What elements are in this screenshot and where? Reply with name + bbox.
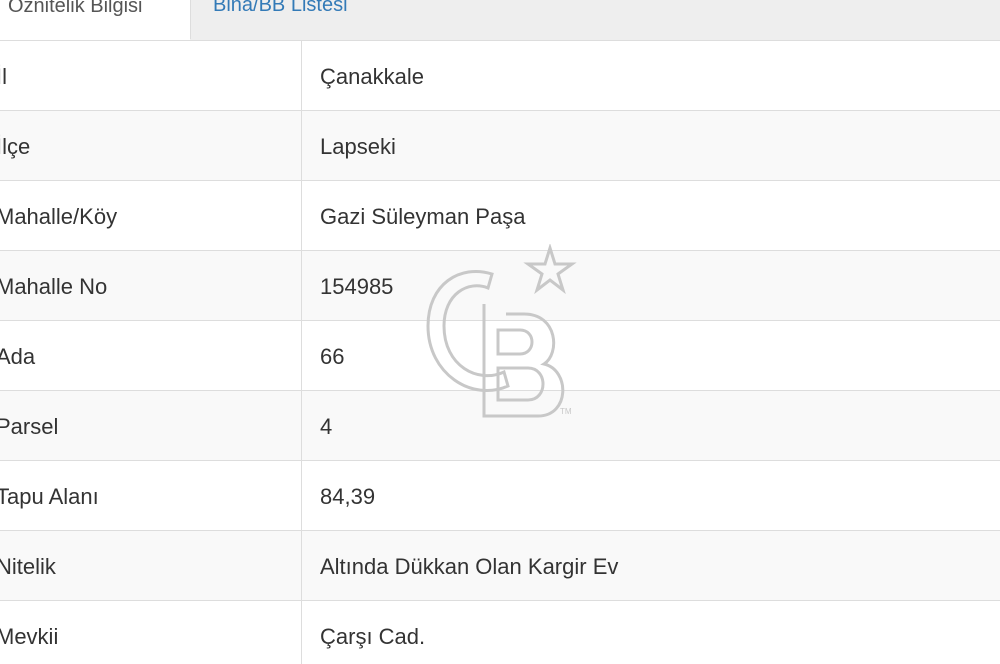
- row-value: 154985: [320, 274, 394, 299]
- row-value: Lapseki: [320, 134, 396, 159]
- table-row: Mevkii Çarşı Cad.: [0, 601, 1000, 664]
- row-value: 66: [320, 344, 345, 369]
- row-label: Ada: [0, 321, 302, 390]
- row-value: Gazi Süleyman Paşa: [320, 204, 526, 229]
- row-value: 4: [320, 414, 333, 439]
- row-label: Parsel: [0, 391, 302, 460]
- table-row: Tapu Alanı 84,39: [0, 461, 1000, 531]
- table-row: İl Çanakkale: [0, 41, 1000, 111]
- tab-label: Özniteli̇k Bilgisi: [8, 0, 143, 17]
- table-row: Mahalle No 154985: [0, 251, 1000, 321]
- row-label: İlçe: [0, 111, 302, 180]
- tab-building-list[interactable]: Bina/BB Listesi: [213, 0, 413, 40]
- row-label: İl: [0, 41, 302, 110]
- row-label: Mahalle/Köy: [0, 181, 302, 250]
- table-row: Ada 66: [0, 321, 1000, 391]
- parcel-info-panel: Özniteli̇k Bilgisi Bina/BB Listesi İl Ça…: [0, 0, 1000, 664]
- attribute-table: İl Çanakkale İlçe Lapseki Mahalle/Köy Ga…: [0, 41, 1000, 664]
- tab-bar: Özniteli̇k Bilgisi Bina/BB Listesi: [0, 0, 1000, 41]
- row-label: Mevkii: [0, 601, 302, 664]
- row-value: Çarşı Cad.: [320, 624, 426, 649]
- row-label: Nitelik: [0, 531, 302, 600]
- table-row: Mahalle/Köy Gazi Süleyman Paşa: [0, 181, 1000, 251]
- row-value: 84,39: [320, 484, 376, 509]
- row-label: Mahalle No: [0, 251, 302, 320]
- table-row: Nitelik Altında Dükkan Olan Kargir Ev: [0, 531, 1000, 601]
- table-row: Parsel 4: [0, 391, 1000, 461]
- tab-label: Bina/BB Listesi: [213, 0, 348, 16]
- row-value: Altında Dükkan Olan Kargir Ev: [320, 554, 619, 579]
- table-row: İlçe Lapseki: [0, 111, 1000, 181]
- row-value: Çanakkale: [320, 64, 424, 89]
- tab-attribute-info[interactable]: Özniteli̇k Bilgisi: [0, 0, 191, 40]
- row-label: Tapu Alanı: [0, 461, 302, 530]
